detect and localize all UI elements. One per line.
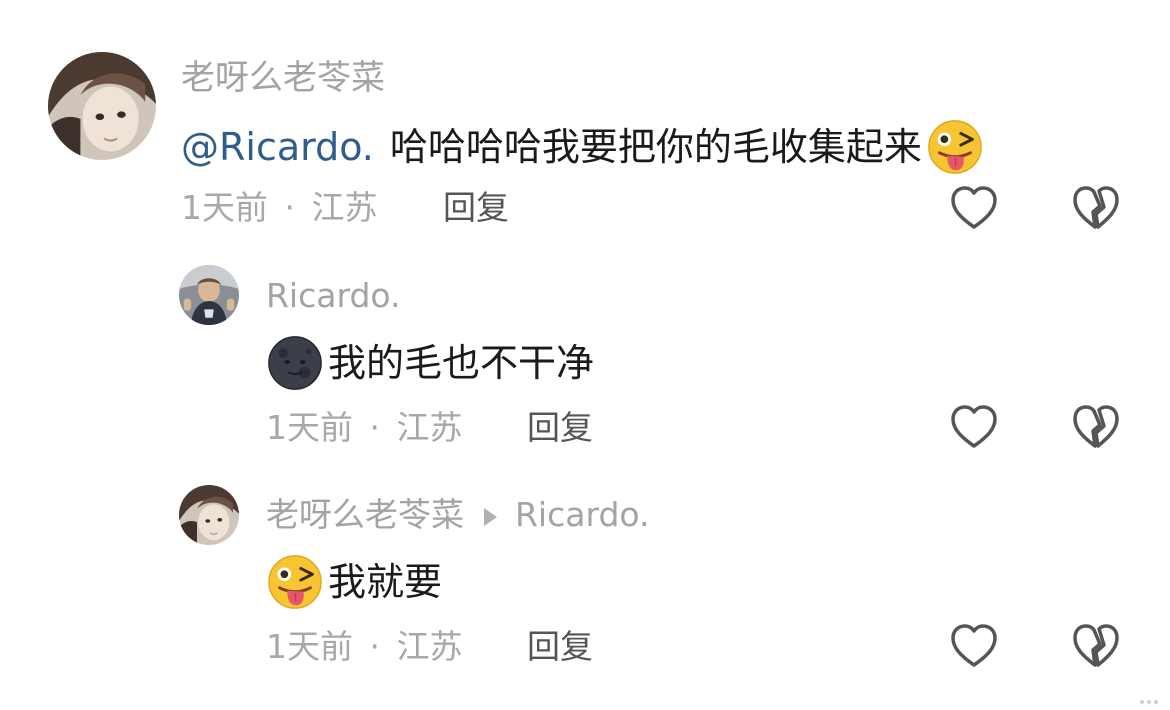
heart-outline-icon xyxy=(951,405,997,448)
like-button[interactable] xyxy=(947,182,1001,236)
comment-message: 哈哈哈哈我要把你的毛收集起来 xyxy=(389,125,922,169)
comment-text: @Ricardo. 哈哈哈哈我要把你的毛收集起来 xyxy=(181,118,984,176)
heart-outline-icon xyxy=(951,186,997,229)
comment-meta: 1天前 · 江苏 xyxy=(181,186,378,230)
comment-username-row: 老呀么老苓菜 Ricardo. xyxy=(266,493,650,537)
reply-button[interactable]: 回复 xyxy=(527,625,593,669)
squinting-tongue-emoji xyxy=(266,553,324,611)
comment-time: 1天前 xyxy=(181,188,268,227)
dislike-button[interactable] xyxy=(1069,620,1123,674)
comment-meta: 1天前 · 江苏 xyxy=(266,625,463,669)
like-button[interactable] xyxy=(947,620,1001,674)
comment-time: 1天前 xyxy=(266,627,353,666)
comment-message: 我就要 xyxy=(328,560,443,604)
comment-message: 我的毛也不干净 xyxy=(328,341,595,385)
comment-location: 江苏 xyxy=(396,408,463,447)
meta-separator: · xyxy=(369,408,381,447)
like-button[interactable] xyxy=(947,401,1001,455)
comment-3: 老呀么老苓菜 Ricardo. 我就要 1天前 · 江苏 回复 xyxy=(0,465,1170,710)
avatar-photo xyxy=(179,265,239,325)
new-moon-face-emoji xyxy=(266,334,324,392)
avatar[interactable] xyxy=(48,52,156,160)
avatar[interactable] xyxy=(179,485,239,545)
avatar-photo xyxy=(179,485,239,545)
broken-heart-outline-icon xyxy=(1073,624,1119,667)
reply-button[interactable]: 回复 xyxy=(443,186,509,230)
watermark-icon xyxy=(1140,700,1158,704)
comment-1: 老呀么老苓菜 @Ricardo. 哈哈哈哈我要把你的毛收集起来 1天前 · 江苏… xyxy=(0,0,1170,240)
comment-username[interactable]: Ricardo. xyxy=(266,274,401,318)
broken-heart-outline-icon xyxy=(1073,186,1119,229)
comment-location: 江苏 xyxy=(311,188,378,227)
heart-outline-icon xyxy=(951,624,997,667)
comment-username[interactable]: 老呀么老苓菜 xyxy=(181,56,385,100)
mention-link[interactable]: @Ricardo. xyxy=(181,121,374,173)
comment-meta: 1天前 · 江苏 xyxy=(266,406,463,450)
comment-username[interactable]: 老呀么老苓菜 xyxy=(266,495,464,534)
reply-button[interactable]: 回复 xyxy=(527,406,593,450)
meta-separator: · xyxy=(284,188,296,227)
reply-to-username[interactable]: Ricardo. xyxy=(515,495,650,534)
dislike-button[interactable] xyxy=(1069,182,1123,236)
dislike-button[interactable] xyxy=(1069,401,1123,455)
squinting-tongue-emoji xyxy=(926,118,984,176)
comment-time: 1天前 xyxy=(266,408,353,447)
avatar-photo xyxy=(48,52,156,160)
broken-heart-outline-icon xyxy=(1073,405,1119,448)
avatar[interactable] xyxy=(179,265,239,325)
triangle-right-icon xyxy=(484,507,497,526)
comment-2: Ricardo. 我的毛也不干净 1天前 · 江苏 回复 xyxy=(0,240,1170,465)
meta-separator: · xyxy=(369,627,381,666)
comment-text: 我就要 xyxy=(266,553,442,611)
comment-location: 江苏 xyxy=(396,627,463,666)
comment-text: 我的毛也不干净 xyxy=(266,334,594,392)
